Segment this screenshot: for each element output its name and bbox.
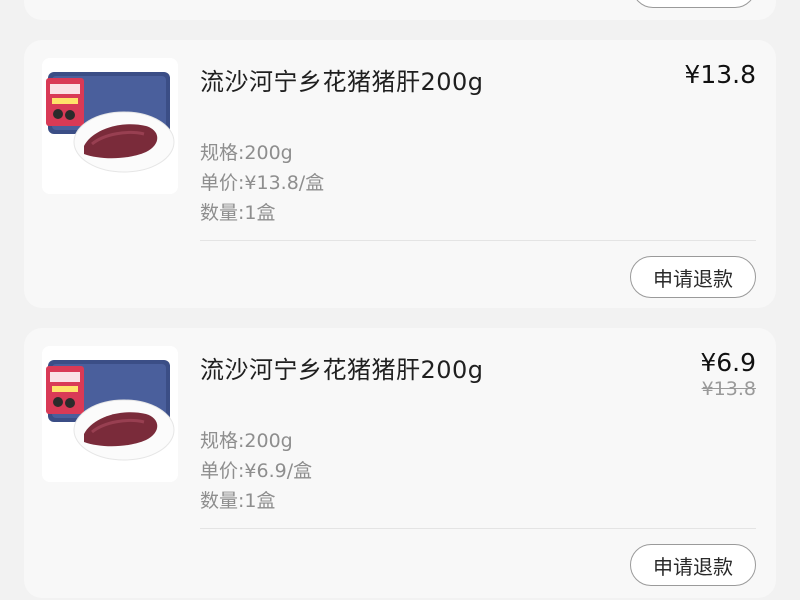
refund-button[interactable]: 申请退款 [630,544,756,586]
pork-liver-photo-icon [42,346,178,482]
pork-liver-photo-icon [42,58,178,194]
spec-text: 规格:200g [200,142,293,164]
order-list: 流沙河宁乡花猪猪肝200g ¥13.8 规格:200g 单价:¥13.8/盒 数… [0,0,800,600]
divider [200,240,756,241]
unit-price-text: 单价:¥13.8/盒 [200,172,325,194]
refund-button[interactable]: 申请退款 [630,256,756,298]
product-name[interactable]: 流沙河宁乡花猪猪肝200g [200,62,484,97]
refund-button-partial[interactable] [632,0,756,8]
order-card-partial [24,0,776,20]
price: ¥13.8 [684,60,756,89]
quantity-text: 数量:1盒 [200,490,276,512]
quantity-text: 数量:1盒 [200,202,276,224]
divider [200,528,756,529]
product-specs: 规格:200g 单价:¥6.9/盒 数量:1盒 [200,426,312,516]
order-card: 流沙河宁乡花猪猪肝200g ¥6.9 ¥13.8 规格:200g 单价:¥6.9… [24,328,776,598]
product-name[interactable]: 流沙河宁乡花猪猪肝200g [200,350,484,385]
unit-price-text: 单价:¥6.9/盒 [200,460,313,482]
product-specs: 规格:200g 单价:¥13.8/盒 数量:1盒 [200,138,324,228]
spec-text: 规格:200g [200,430,293,452]
original-price: ¥13.8 [701,378,756,400]
order-card: 流沙河宁乡花猪猪肝200g ¥13.8 规格:200g 单价:¥13.8/盒 数… [24,40,776,308]
product-image[interactable] [42,346,178,482]
product-image[interactable] [42,58,178,194]
price: ¥6.9 [700,348,756,377]
